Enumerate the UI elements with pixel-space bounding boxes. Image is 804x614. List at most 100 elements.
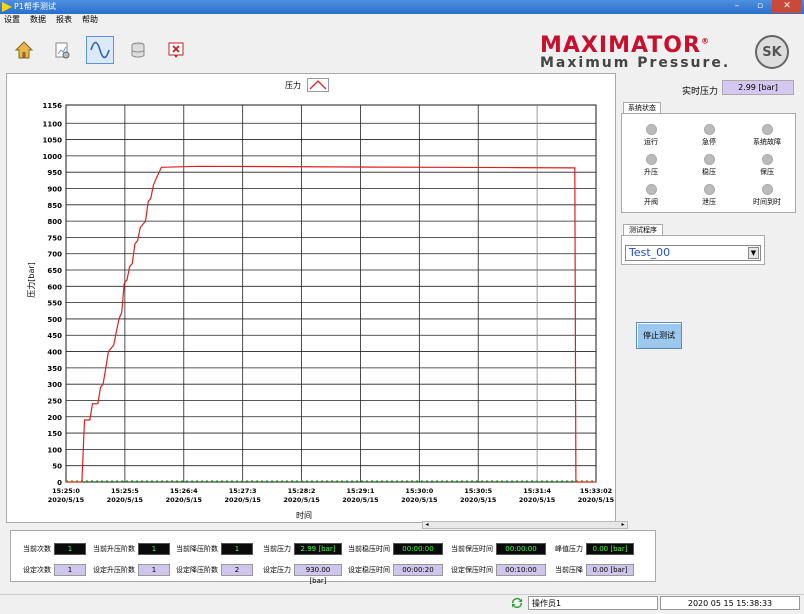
test-program-select[interactable]: Test_00 ▼ bbox=[625, 245, 761, 261]
led-indicator-icon bbox=[645, 154, 657, 165]
x-tick-time-label: 15:30:5 bbox=[464, 487, 492, 495]
field-value: 1 bbox=[138, 543, 170, 555]
field-label: 当前次数 bbox=[23, 545, 51, 553]
field-value: 00:00:00 bbox=[393, 543, 443, 555]
led-indicator-icon bbox=[645, 124, 657, 135]
menu-bar: 设置 数据 报表 帮助 bbox=[0, 14, 804, 26]
minimize-button[interactable]: – bbox=[726, 0, 748, 13]
current-datetime: 2020 05 15 15:38:33 bbox=[660, 596, 800, 610]
x-tick-time-label: 15:26:4 bbox=[170, 487, 198, 495]
field-value[interactable]: 1 bbox=[54, 564, 86, 576]
x-tick-time-label: 15:28:2 bbox=[288, 487, 316, 495]
x-tick-time-label: 15:27:3 bbox=[229, 487, 257, 495]
led-stabilizing: 稳压 bbox=[680, 154, 738, 177]
database-button[interactable] bbox=[124, 36, 152, 64]
field-current-pressure-drop: 当前压降 0.00 [bar] bbox=[555, 564, 634, 576]
field-value[interactable]: 2 bbox=[221, 564, 253, 576]
led-system-fault: 系统故障 bbox=[738, 124, 796, 147]
system-status-panel: 运行 急停 系统故障 升压 稳压 保压 开阀 泄压 时间到时 bbox=[621, 113, 796, 213]
home-button[interactable] bbox=[10, 36, 38, 64]
field-label: 当前稳压时间 bbox=[348, 545, 390, 553]
settings-document-button[interactable] bbox=[48, 36, 76, 64]
y-tick-label: 950 bbox=[47, 169, 62, 177]
field-value[interactable]: 930.00 [bar] bbox=[294, 564, 342, 585]
y-tick-label: 700 bbox=[47, 251, 62, 259]
field-label: 当前压降 bbox=[555, 566, 583, 574]
led-indicator-icon bbox=[761, 154, 773, 165]
refresh-icon[interactable] bbox=[510, 597, 524, 609]
menu-item-settings[interactable]: 设置 bbox=[4, 14, 20, 26]
waveform-button[interactable] bbox=[86, 36, 114, 64]
scroll-right-icon[interactable]: ▸ bbox=[619, 522, 627, 528]
y-tick-label: 750 bbox=[47, 234, 62, 242]
legend-label: 压力 bbox=[285, 80, 301, 90]
y-tick-label: 850 bbox=[47, 202, 62, 210]
stop-test-button[interactable]: 停止测试 bbox=[636, 322, 682, 349]
company-badge-icon: SK bbox=[755, 35, 789, 69]
menu-item-data[interactable]: 数据 bbox=[30, 14, 46, 26]
field-label: 当前降压阶数 bbox=[176, 545, 218, 553]
pressure-chart[interactable]: 0 50 100 150 200 250 300 350 400 450 500 550 600 650 7… bbox=[6, 95, 616, 523]
led-pressurizing: 升压 bbox=[622, 154, 680, 177]
led-label: 升压 bbox=[644, 168, 658, 176]
field-peak-pressure: 峰值压力 0.00 [bar] bbox=[555, 543, 634, 555]
menu-item-help[interactable]: 帮助 bbox=[82, 14, 98, 26]
field-value: 1 bbox=[221, 543, 253, 555]
led-label: 开阀 bbox=[644, 198, 658, 206]
x-tick-date-label: 2020/5/15 bbox=[342, 496, 379, 504]
field-set-pressure: 设定压力 930.00 [bar] bbox=[263, 564, 342, 585]
y-tick-label: 1000 bbox=[43, 153, 63, 161]
field-value: 0.00 [bar] bbox=[586, 543, 634, 555]
x-axis-label: 时间 bbox=[296, 510, 312, 520]
current-user: 操作员1 bbox=[510, 596, 658, 610]
realtime-pressure-value: 2.99 [bar] bbox=[722, 80, 794, 95]
x-tick-date-label: 2020/5/15 bbox=[460, 496, 497, 504]
field-current-up-steps: 当前升压阶数 1 bbox=[93, 543, 170, 555]
close-button[interactable]: ✕ bbox=[772, 0, 802, 13]
scroll-left-icon[interactable]: ◂ bbox=[423, 522, 431, 528]
field-value[interactable]: 1 bbox=[138, 564, 170, 576]
brand-logo: MAXIMATOR® Maximum Pressure. bbox=[540, 33, 730, 71]
y-tick-label: 200 bbox=[47, 414, 62, 422]
menu-item-report[interactable]: 报表 bbox=[56, 14, 72, 26]
led-depressurizing: 泄压 bbox=[680, 184, 738, 207]
brand-registered-mark: ® bbox=[700, 36, 710, 46]
field-current-stabilize-time: 当前稳压时间 00:00:00 bbox=[348, 543, 443, 555]
field-set-stabilize-time: 设定稳压时间 00:00:20 bbox=[348, 564, 443, 576]
chart-legend[interactable]: 压力 bbox=[285, 78, 329, 92]
x-tick-date-label: 2020/5/15 bbox=[578, 496, 615, 504]
field-value[interactable]: 00:10:00 bbox=[496, 564, 546, 576]
led-running: 运行 bbox=[622, 124, 680, 147]
plot-area bbox=[65, 104, 597, 483]
realtime-pressure-label: 实时压力 bbox=[682, 87, 719, 97]
y-tick-label: 150 bbox=[47, 430, 62, 438]
legend-swatch[interactable] bbox=[307, 78, 329, 92]
led-label: 泄压 bbox=[702, 198, 716, 206]
field-set-down-steps: 设定降压阶数 2 bbox=[176, 564, 253, 576]
led-indicator-icon bbox=[761, 124, 773, 135]
current-user-name: 操作员1 bbox=[528, 596, 658, 610]
field-value[interactable]: 00:00:20 bbox=[393, 564, 443, 576]
chart-horizontal-scrollbar[interactable]: ◂ ▸ bbox=[422, 521, 628, 529]
window-title: P1帮手测试 bbox=[14, 2, 56, 11]
y-tick-label: 100 bbox=[47, 446, 62, 454]
close-report-button[interactable] bbox=[162, 36, 190, 64]
maximize-button[interactable]: ▫ bbox=[749, 0, 771, 13]
y-tick-label: 1156 bbox=[43, 102, 63, 110]
field-label: 峰值压力 bbox=[555, 545, 583, 553]
y-tick-label: 500 bbox=[47, 316, 62, 324]
y-tick-label: 600 bbox=[47, 283, 62, 291]
led-estop: 急停 bbox=[680, 124, 738, 147]
field-label: 当前升压阶数 bbox=[93, 545, 135, 553]
test-program-selected: Test_00 bbox=[629, 246, 671, 259]
toolbar bbox=[10, 36, 190, 64]
field-current-hold-time: 当前保压时间 00:00:00 bbox=[451, 543, 546, 555]
x-tick-time-label: 15:25:0 bbox=[52, 487, 80, 495]
field-label: 当前保压时间 bbox=[451, 545, 493, 553]
led-holding: 保压 bbox=[738, 154, 796, 177]
database-icon bbox=[131, 42, 145, 58]
x-tick-date-label: 2020/5/15 bbox=[401, 496, 438, 504]
chevron-down-icon[interactable]: ▼ bbox=[748, 247, 759, 259]
settings-document-icon bbox=[55, 42, 70, 59]
led-indicator-icon bbox=[703, 124, 715, 135]
